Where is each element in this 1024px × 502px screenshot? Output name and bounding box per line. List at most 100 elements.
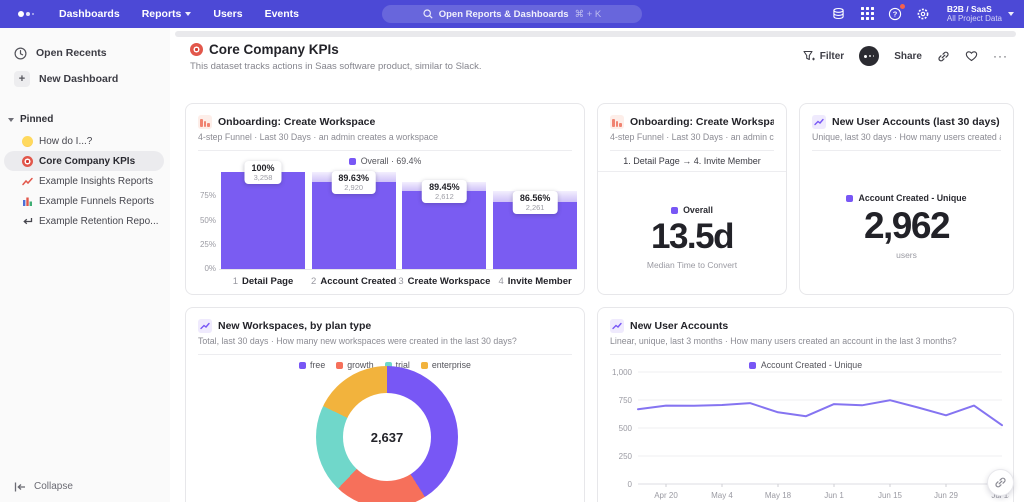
amplitude-logo-icon[interactable] [18,11,34,17]
nav-label: Events [264,8,300,20]
funnel-x-label: 3 Create Workspace [398,276,491,287]
filter-funnel-icon [803,50,815,61]
legend-label: Overall [683,205,713,215]
funnel-bar-label: 89.63% 2,920 [331,171,376,195]
card-title: New Workspaces, by plan type [218,320,372,332]
link-icon [995,477,1006,488]
chevron-down-icon [8,117,14,122]
link-icon [938,51,949,61]
y-tick-label: 1,000 [612,368,633,377]
card-subtitle: Unique, last 30 days · How many users cr… [812,132,1001,142]
legend-item[interactable]: enterprise [420,360,471,370]
legend-swatch [348,157,356,165]
top-nav: Dashboards Reports Users Events Open Rep… [0,0,1024,28]
legend-swatch [420,361,428,369]
funnel-chart-icon [610,115,624,129]
search-input[interactable]: Open Reports & Dashboards ⌘ + K [382,5,642,23]
floating-link-button[interactable] [987,469,1014,496]
sidebar-item-core-company-kpis[interactable]: Core Company KPIs [4,151,164,171]
donut-chart[interactable]: 2,637 [316,366,458,502]
card-subtitle: 4-step Funnel · Last 30 Days · an admin … [198,132,439,142]
data-sources-icon[interactable] [832,6,847,21]
line-chart[interactable]: 0 250 500 750 1,000 Apr 20 May 4 May 18 Jun 1 Jun… [604,366,1009,502]
workspace-avatar[interactable] [859,46,880,66]
filter-button[interactable]: Filter [803,50,844,62]
app-window: Dashboards Reports Users Events Open Rep… [0,0,1024,502]
card-workspaces-by-plan: New Workspaces, by plan type Total, last… [185,307,585,502]
legend-swatch [299,361,307,369]
plus-icon: + [14,71,30,87]
x-tick-label: Apr 20 [654,491,678,500]
metric-legend: Overall [598,205,786,215]
card-new-users-30d: New User Accounts (last 30 days) Unique,… [799,103,1014,295]
nav-item-dashboards[interactable]: Dashboards [59,8,120,20]
new-dashboard-label: New Dashboard [39,73,119,85]
nav-label: Users [213,8,243,20]
collapse-icon [14,482,25,491]
y-tick-label: 500 [619,424,633,433]
favorite-button[interactable] [965,50,978,62]
sidebar-item-example-funnels[interactable]: Example Funnels Reports [4,191,164,211]
nav-item-events[interactable]: Events [265,8,299,20]
metric-legend: Account Created - Unique [800,193,1013,203]
notification-badge [899,4,905,10]
project-selector[interactable]: B2B / SaaS All Project Data [946,3,1014,24]
dashboard-content: Core Company KPIs This dataset tracks ac… [170,28,1024,502]
funnel-baseline [219,269,577,270]
x-tick-label: Jun 1 [824,491,844,500]
card-median-time: Onboarding: Create Workspace 4-step Funn… [597,103,787,295]
sidebar-item-how-do-i[interactable]: How do I...? [4,131,164,151]
return-arrow-icon [23,217,33,224]
share-button[interactable]: Share [894,51,922,62]
page-header: Core Company KPIs This dataset tracks ac… [190,42,1008,72]
nav-right: ? B2B / SaaS All Project Data [832,3,1014,24]
target-emoji-icon [190,43,203,56]
collapse-label: Collapse [34,481,73,492]
sidebar-pinned-header[interactable]: Pinned [8,114,170,125]
nav-item-users[interactable]: Users [213,8,242,20]
funnel-bar[interactable] [311,182,396,269]
card-title: Onboarding: Create Workspace [630,116,774,128]
more-options-button[interactable]: ··· [993,49,1008,63]
card-subtitle: Linear, unique, last 3 months · How many… [610,336,957,346]
sidebar-collapse-button[interactable]: Collapse [14,481,73,492]
sidebar-item-example-insights[interactable]: Example Insights Reports [4,171,164,191]
legend-label: Overall · 69.4% [360,156,422,166]
y-tick-label: 250 [619,452,633,461]
open-recents-label: Open Recents [36,47,107,59]
nav-label: Dashboards [59,8,120,20]
metric-caption: users [896,250,917,260]
help-icon[interactable]: ? [888,4,905,21]
share-label: Share [894,50,922,62]
svg-text:?: ? [893,10,898,19]
sidebar: Open Recents + New Dashboard Pinned How … [0,28,170,502]
funnel-y-tick: 50% [199,215,216,225]
new-users-value: 2,962 [863,205,951,246]
funnel-x-label: 2 Account Created [311,276,397,287]
donut-total: 2,637 [370,429,404,445]
sidebar-new-dashboard[interactable]: + New Dashboard [0,66,170,92]
sidebar-open-recents[interactable]: Open Recents [0,40,170,66]
median-time-value: 13.5d [651,217,735,256]
line-series[interactable] [637,399,1003,427]
settings-icon[interactable] [916,6,931,21]
funnel-bar[interactable] [221,172,305,269]
sidebar-item-example-retention[interactable]: Example Retention Repo... [4,211,164,231]
copy-link-button[interactable] [937,50,950,63]
chevron-down-icon [1008,11,1014,16]
clock-icon [14,46,27,60]
x-tick-label: May 4 [711,491,733,500]
apps-grid-icon[interactable] [860,6,875,21]
card-title: Onboarding: Create Workspace [218,116,376,128]
nav-item-reports[interactable]: Reports [142,8,192,20]
project-name: B2B / SaaS [946,3,992,14]
y-tick-label: 750 [619,396,633,405]
search-shortcut: ⌘ + K [574,8,602,20]
legend-swatch [671,206,679,214]
pinned-label: Pinned [20,114,54,125]
legend-item[interactable]: free [299,360,325,370]
y-tick-label: 0 [628,480,633,489]
funnel-bar-label: 89.45% 2,612 [422,180,467,204]
horizontal-scrollbar[interactable] [175,31,1016,37]
x-tick-label: May 18 [765,491,792,500]
